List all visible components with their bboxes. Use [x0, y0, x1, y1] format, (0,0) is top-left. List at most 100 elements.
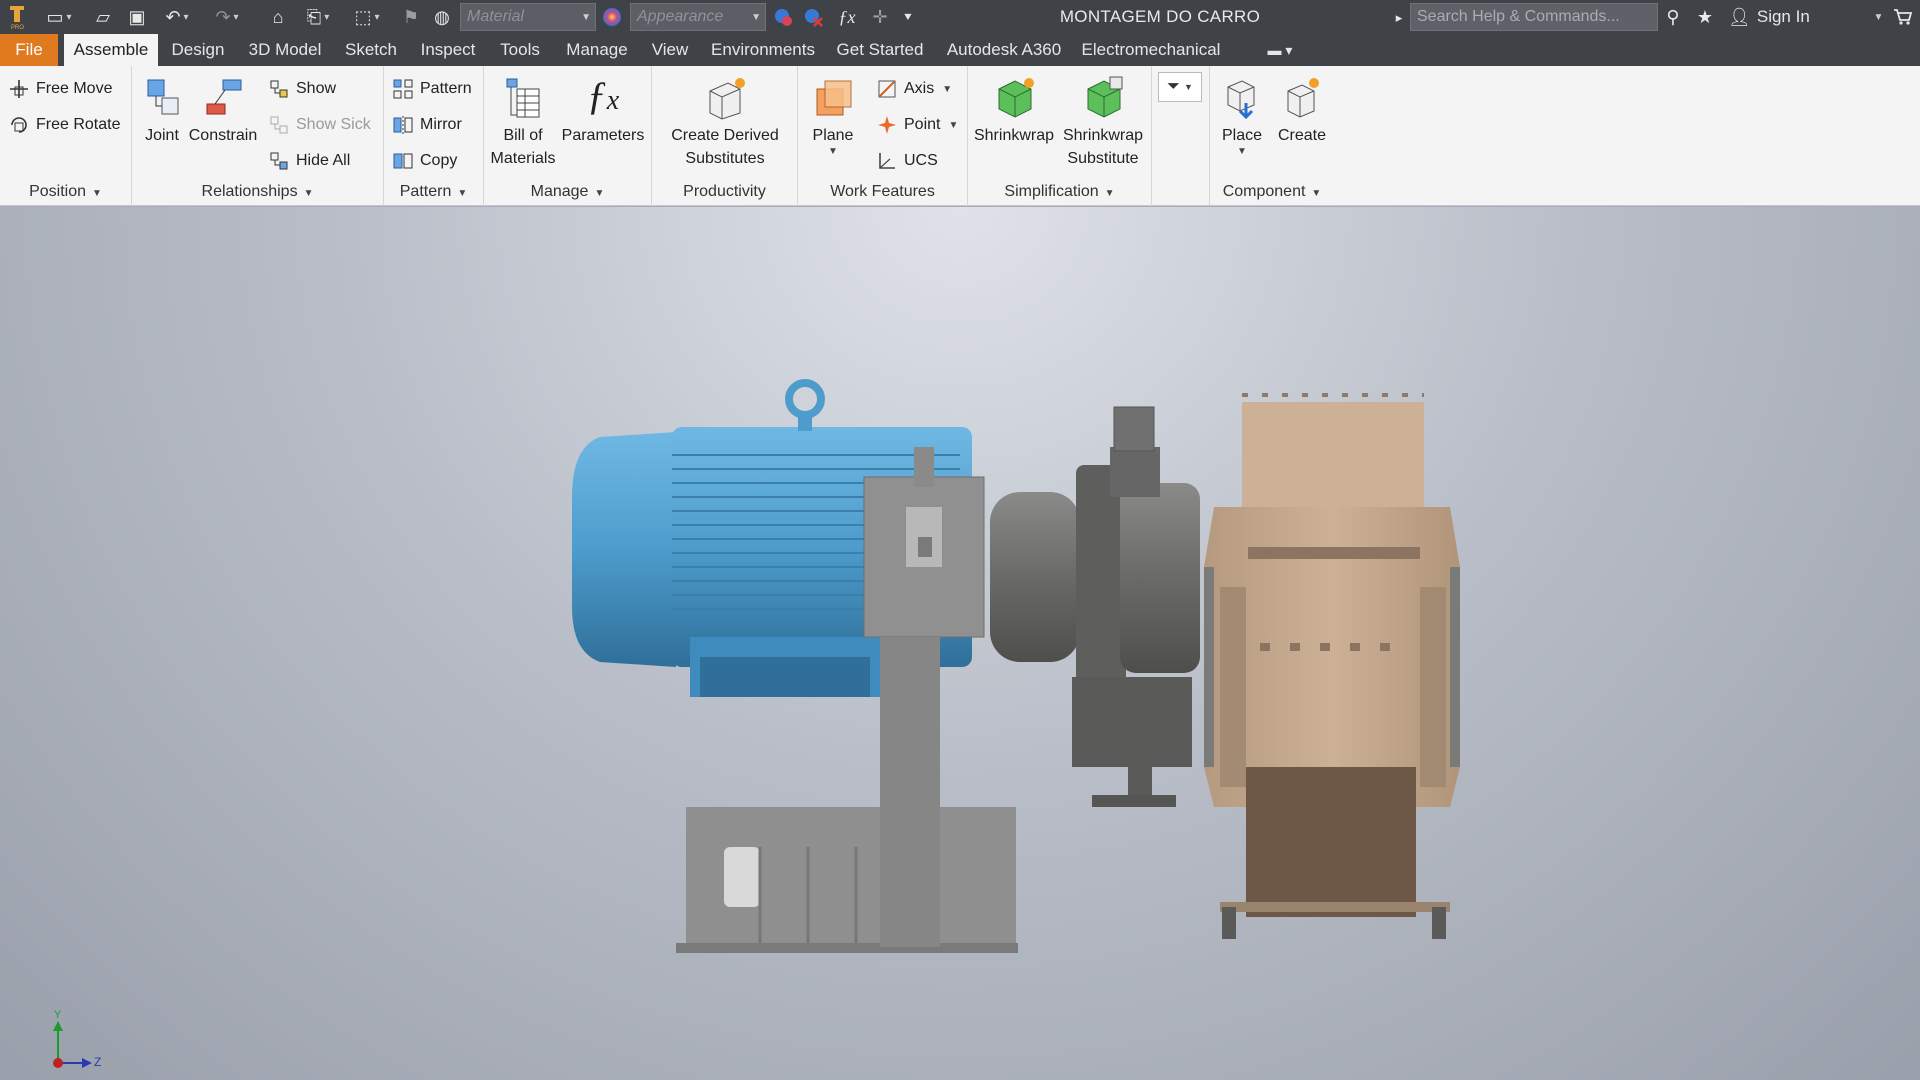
tab-3d-model[interactable]: 3D Model	[240, 34, 330, 66]
search-input[interactable]: Search Help & Commands...	[1410, 3, 1658, 31]
appearance-dropdown[interactable]: Appearance ▼	[630, 3, 766, 31]
tab-assemble[interactable]: Assemble	[64, 34, 158, 66]
user-icon: 👤︎	[1728, 7, 1751, 27]
show-label: Show	[296, 80, 337, 97]
tab-manage[interactable]: Manage	[556, 34, 638, 66]
customize-qa-icon[interactable]: ⯆	[896, 0, 920, 34]
parameters-button[interactable]: ƒx Parameters	[560, 72, 646, 147]
show-sick-button[interactable]: Show Sick	[268, 110, 371, 140]
create-button[interactable]: Create	[1274, 72, 1330, 147]
adjust-appearance-icon[interactable]	[770, 0, 796, 34]
binoculars-icon[interactable]: ⚲	[1660, 0, 1686, 34]
shrinkwrap-button[interactable]: Shrinkwrap	[972, 72, 1056, 147]
copy-button[interactable]: Copy	[392, 146, 457, 176]
sign-in-button[interactable]: 👤︎ Sign In	[1728, 0, 1810, 34]
sign-in-label: Sign In	[1756, 7, 1810, 26]
ribbon: Free Move Free Rotate Position ▼ Joint Co…	[0, 66, 1920, 206]
free-move-button[interactable]: Free Move	[8, 74, 112, 104]
expand-search-icon[interactable]: ▸	[1390, 0, 1408, 34]
motor-base[interactable]	[676, 807, 1018, 953]
tab-environments[interactable]: Environments	[702, 34, 824, 66]
create-derived-substitutes-button[interactable]: Create Derived Substitutes	[662, 72, 788, 170]
joint-icon	[138, 72, 186, 124]
shrinkwrap-label: Shrinkwrap	[973, 127, 1055, 144]
assembly-model[interactable]	[0, 207, 1920, 1080]
panel-work-features-label: Work Features	[830, 183, 935, 200]
panel-simplification-label[interactable]: Simplification ▼	[968, 180, 1151, 204]
panel-pattern-label[interactable]: Pattern ▼	[384, 180, 483, 204]
bill-of-materials-icon	[499, 72, 547, 124]
show-icon	[268, 78, 290, 100]
material-dropdown[interactable]: Material ▼	[460, 3, 596, 31]
cart-icon[interactable]	[1890, 0, 1916, 34]
appearance-sphere-icon[interactable]	[598, 0, 626, 34]
shrinkwrap-icon	[990, 72, 1038, 124]
panel-relationships-label[interactable]: Relationships ▼	[132, 180, 383, 204]
clear-appearance-icon[interactable]	[800, 0, 826, 34]
gear-coupling[interactable]	[990, 406, 1200, 807]
constrain-label: Constrain	[188, 127, 258, 144]
triad-z-label: Z	[94, 1055, 102, 1069]
tab-file[interactable]: File	[0, 34, 58, 66]
plane-chevron-down-icon[interactable]: ▼	[828, 147, 838, 157]
graphics-viewport[interactable]: Y Z	[0, 207, 1920, 1080]
update-icon[interactable]: ⚑	[396, 0, 426, 34]
document-title: MONTAGEM DO CARRO	[1059, 7, 1261, 26]
home-icon[interactable]: ⌂	[264, 0, 292, 34]
panel-manage: Bill of Materials ƒx Parameters Manage ▼	[484, 66, 652, 206]
tab-electromechanical[interactable]: Electromechanical	[1080, 34, 1222, 66]
undo-icon[interactable]: ↶ ▾	[156, 0, 198, 34]
panel-position-label[interactable]: Position ▼	[0, 180, 131, 204]
globe-icon[interactable]: ◍	[428, 0, 456, 34]
panel-relationships: Joint Constrain Show Show Sick Hide All …	[132, 66, 384, 206]
move-icon	[8, 78, 30, 100]
ribbon-toggle-icon[interactable]: ▬ ▾	[1260, 34, 1300, 66]
constrain-button[interactable]: Constrain	[188, 72, 258, 147]
filter-icon: ⏷	[1167, 78, 1180, 95]
new-icon[interactable]: ▭ ▾	[42, 0, 76, 34]
crusher-body[interactable]	[1204, 393, 1460, 939]
inventor-logo-icon[interactable]: PRO	[4, 0, 30, 34]
axis-button[interactable]: Axis ▼	[876, 74, 952, 104]
tab-tools[interactable]: Tools	[492, 34, 548, 66]
parameters-fx-icon[interactable]: ƒx	[832, 0, 862, 34]
panel-component-label[interactable]: Component ▼	[1210, 180, 1334, 204]
tab-view[interactable]: View	[646, 34, 694, 66]
tab-autodesk-a360[interactable]: Autodesk A360	[936, 34, 1072, 66]
tab-sketch[interactable]: Sketch	[338, 34, 404, 66]
chevron-down-icon: ▼	[581, 12, 591, 23]
panel-manage-label[interactable]: Manage ▼	[484, 180, 651, 204]
pattern-button[interactable]: Pattern	[392, 74, 472, 104]
show-sick-icon	[268, 114, 290, 136]
bill-of-materials-button[interactable]: Bill of Materials	[488, 72, 558, 170]
tab-design[interactable]: Design	[164, 34, 232, 66]
view-triad[interactable]: Y Z	[44, 1009, 114, 1077]
hide-all-label: Hide All	[296, 152, 351, 169]
hide-all-button[interactable]: Hide All	[268, 146, 350, 176]
select-icon[interactable]: ⬚ ▾	[346, 0, 388, 34]
show-button[interactable]: Show	[268, 74, 336, 104]
rotate-icon	[8, 114, 30, 136]
tab-inspect[interactable]: Inspect	[412, 34, 484, 66]
joint-button[interactable]: Joint	[140, 72, 184, 147]
shrinkwrap-substitute-line1: Shrinkwrap	[1062, 127, 1144, 144]
plane-button[interactable]: Plane ▼	[808, 72, 858, 157]
open-icon[interactable]: ▱	[90, 0, 116, 34]
place-button[interactable]: Place ▼	[1216, 72, 1268, 157]
return-icon[interactable]: ⎗ ▾	[298, 0, 338, 34]
tab-get-started[interactable]: Get Started	[832, 34, 928, 66]
save-icon[interactable]: ▣	[124, 0, 150, 34]
point-button[interactable]: Point ▼	[876, 110, 958, 140]
measure-icon[interactable]: ✛	[866, 0, 894, 34]
place-chevron-down-icon[interactable]: ▼	[1237, 147, 1247, 157]
mirror-button[interactable]: Mirror	[392, 110, 462, 140]
shrinkwrap-substitute-button[interactable]: Shrinkwrap Substitute	[1060, 72, 1146, 170]
title-bar: PRO ▭ ▾ ▱ ▣ ↶ ▾ ↷ ▾ ⌂ ⎗ ▾ ⬚ ▾ ⚑ ◍ Material ▼ …	[0, 0, 1920, 34]
free-rotate-button[interactable]: Free Rotate	[8, 110, 120, 140]
account-chevron-down-icon[interactable]: ▼	[1868, 0, 1886, 34]
selection-filter-dropdown[interactable]: ⏷ ▼	[1158, 72, 1202, 102]
pattern-label: Pattern	[420, 80, 472, 97]
favorites-star-icon[interactable]: ★	[1692, 0, 1718, 34]
ucs-button[interactable]: UCS	[876, 146, 938, 176]
redo-icon[interactable]: ↷ ▾	[206, 0, 248, 34]
